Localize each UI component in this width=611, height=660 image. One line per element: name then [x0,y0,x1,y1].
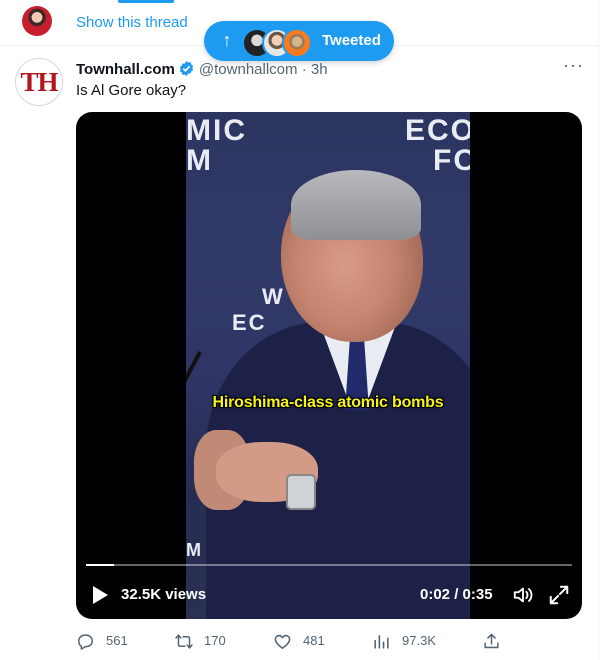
author-avatar[interactable]: TH [15,58,63,106]
view-count: 97.3K [402,633,436,648]
heart-icon [274,634,291,649]
backdrop-logo-text: EC [232,310,267,335]
video-view-count: 32.5K views [121,586,207,603]
tweet-header: Townhall.com @townhallcom · 3h [76,60,328,81]
backdrop-logo-text: FO [433,144,470,177]
video-frame: MIC M ECO FO W EC M Hiroshima-class atom… [186,112,470,619]
retweet-icon [175,634,193,649]
wristwatch [286,474,316,510]
tweet-text: Is Al Gore okay? [76,82,187,99]
share-icon [484,633,499,649]
show-thread-link[interactable]: Show this thread [76,14,188,31]
speaker-hair [291,170,421,240]
reply-icon [78,634,93,650]
author-handle[interactable]: @townhallcom [199,61,298,78]
backdrop-logo-text: ECO [405,114,470,147]
reply-count: 561 [106,633,128,648]
timeline-border [598,0,599,660]
separator-dot: · [301,61,307,78]
fullscreen-icon[interactable] [548,584,570,606]
backdrop-logo-text: M [186,144,213,177]
analytics-icon [374,635,389,649]
backdrop-logo-text: MIC [186,114,247,147]
retweet-button[interactable]: 170 [174,630,234,652]
like-count: 481 [303,633,325,648]
author-name[interactable]: Townhall.com [76,61,175,78]
reply-button[interactable]: 561 [76,630,136,652]
video-progress-bar[interactable] [86,564,572,566]
tweet-timestamp[interactable]: 3h [311,61,328,78]
pill-avatar [282,28,312,58]
backdrop-logo-text: M [186,540,203,560]
pill-label: Tweeted [322,32,381,49]
thread-avatar[interactable] [22,6,52,36]
like-button[interactable]: 481 [273,630,333,652]
backdrop-logo-text: W [262,284,285,309]
more-options-icon[interactable]: ··· [563,56,583,78]
new-tweets-pill[interactable]: ↑ Tweeted [204,21,394,61]
verified-badge-icon [178,60,195,81]
share-button[interactable] [482,630,506,652]
video-time: 0:02 / 0:35 [420,586,493,603]
volume-icon[interactable] [512,584,534,606]
video-caption: Hiroshima-class atomic bombs [212,394,444,411]
arrow-up-icon: ↑ [222,30,232,50]
video-progress-fill [86,564,114,566]
tweet-action-bar: 561 170 481 97.3K [76,630,576,652]
play-icon[interactable] [90,584,110,606]
retweet-count: 170 [204,633,226,648]
thread-indicator [118,0,174,3]
video-player[interactable]: MIC M ECO FO W EC M Hiroshima-class atom… [76,112,582,619]
view-stats-button[interactable]: 97.3K [372,630,442,652]
